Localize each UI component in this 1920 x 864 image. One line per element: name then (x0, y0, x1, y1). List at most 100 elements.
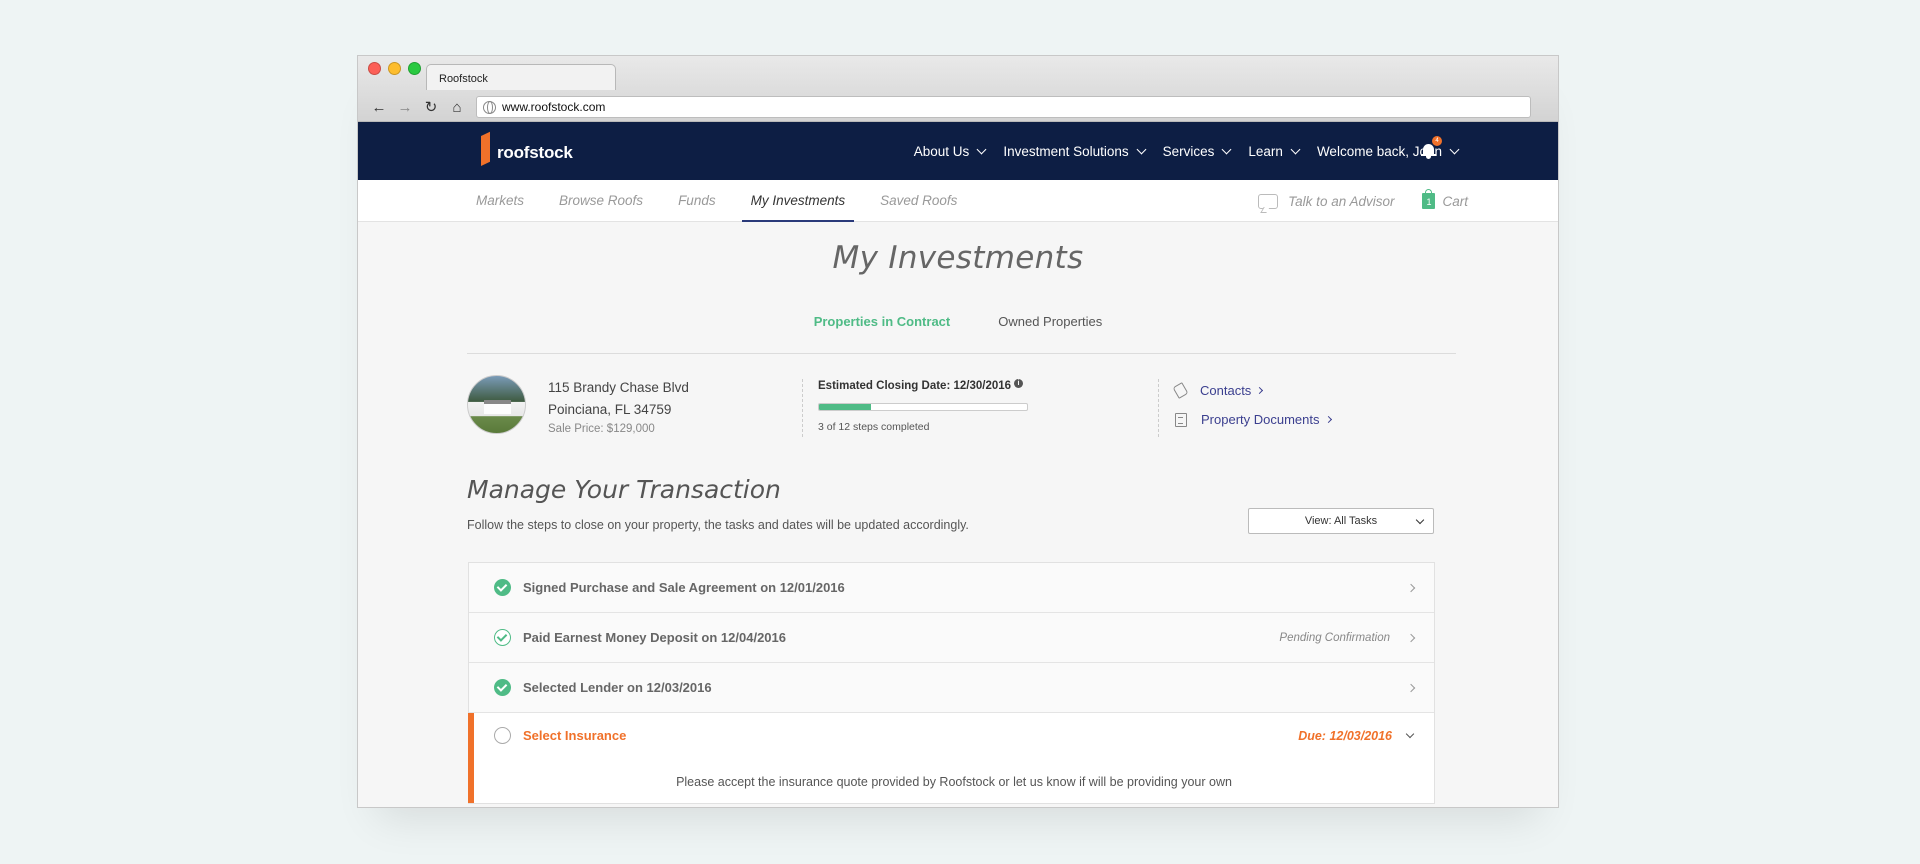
site-header: roofstock About Us Investment Solutions … (358, 122, 1558, 180)
browser-toolbar: ← → ↻ ⌂ www.roofstock.com (358, 92, 1558, 122)
back-arrow-icon[interactable]: ← (366, 99, 392, 116)
address-bar[interactable]: www.roofstock.com (476, 96, 1531, 118)
menu-label: Learn (1248, 143, 1283, 159)
chevron-down-icon (976, 144, 987, 154)
cart-label: Cart (1442, 193, 1468, 209)
chevron-down-icon (1449, 144, 1460, 154)
property-photo (467, 375, 526, 434)
sale-price: Sale Price: $129,000 (548, 423, 655, 435)
chevron-right-icon (1256, 386, 1264, 395)
chevron-down-icon (1136, 144, 1147, 154)
property-summary: 115 Brandy Chase Blvd Poinciana, FL 3475… (467, 375, 1457, 441)
window-controls (368, 62, 421, 75)
chevron-right-icon (1406, 633, 1416, 642)
chevron-down-icon[interactable] (1405, 729, 1415, 739)
task-row-expanded[interactable]: Select Insurance Due: 12/03/2016 Please … (468, 713, 1434, 803)
document-icon (1175, 412, 1187, 427)
subnav-saved-roofs[interactable]: Saved Roofs (871, 180, 966, 222)
chevron-right-icon (1406, 583, 1416, 592)
home-icon[interactable]: ⌂ (444, 99, 470, 116)
talk-to-advisor-link[interactable]: Talk to an Advisor (1258, 193, 1395, 209)
roofstock-logo[interactable]: roofstock (477, 136, 573, 166)
check-circle-icon (494, 679, 511, 696)
task-row[interactable]: Selected Lender on 12/03/2016 (469, 663, 1434, 713)
divider (467, 353, 1456, 354)
browser-window: Roofstock ← → ↻ ⌂ www.roofstock.com roof… (357, 55, 1559, 808)
steps-completed: 3 of 12 steps completed (818, 421, 930, 433)
menu-investment-solutions[interactable]: Investment Solutions (1003, 143, 1147, 159)
property-tabs: Properties in Contract Owned Properties (358, 314, 1558, 329)
shopping-bag-icon: 1 (1422, 189, 1436, 209)
menu-about-us[interactable]: About Us (913, 143, 987, 159)
main-menu: About Us Investment Solutions Services L… (913, 122, 1460, 180)
view-filter-select[interactable]: View: All Tasks (1248, 508, 1434, 534)
tab-owned-properties[interactable]: Owned Properties (998, 314, 1102, 329)
subnav-funds[interactable]: Funds (669, 180, 725, 222)
documents-label: Property Documents (1201, 412, 1320, 427)
sub-navigation: Markets Browse Roofs Funds My Investment… (358, 180, 1558, 222)
task-label: Signed Purchase and Sale Agreement on 12… (523, 580, 845, 595)
menu-label: Investment Solutions (1003, 143, 1129, 159)
browser-tab[interactable]: Roofstock (426, 64, 616, 90)
advisor-label: Talk to an Advisor (1288, 193, 1395, 209)
contacts-label: Contacts (1200, 383, 1252, 398)
maximize-window-button[interactable] (408, 62, 421, 75)
browser-chrome: Roofstock ← → ↻ ⌂ www.roofstock.com (358, 56, 1558, 122)
subnav-browse-roofs[interactable]: Browse Roofs (550, 180, 652, 222)
chevron-down-icon (1290, 144, 1301, 154)
chat-bubble-icon (1258, 193, 1279, 209)
info-icon[interactable]: i (1014, 379, 1024, 388)
main-content: My Investments Properties in Contract Ow… (358, 222, 1558, 807)
contacts-link[interactable]: Contacts (1172, 382, 1331, 399)
property-address: 115 Brandy Chase Blvd Poinciana, FL 3475… (548, 377, 689, 421)
section-title: Manage Your Transaction (467, 475, 781, 504)
divider (1158, 379, 1159, 437)
cart-link[interactable]: 1 Cart (1422, 189, 1468, 209)
menu-label: Services (1162, 143, 1215, 159)
task-label: Select Insurance (523, 728, 627, 743)
chevron-down-icon (1415, 515, 1425, 525)
menu-services[interactable]: Services (1162, 143, 1232, 159)
notification-bell-icon[interactable]: 4 (1421, 136, 1442, 159)
menu-learn[interactable]: Learn (1248, 143, 1301, 159)
divider (802, 379, 803, 437)
section-description: Follow the steps to close on your proper… (467, 518, 969, 532)
chevron-down-icon (1221, 144, 1232, 154)
notification-badge: 4 (1432, 136, 1442, 146)
chevron-right-icon (1324, 415, 1332, 424)
task-list: Signed Purchase and Sale Agreement on 12… (468, 562, 1435, 804)
progress-fill (819, 404, 871, 410)
subnav-my-investments[interactable]: My Investments (741, 180, 855, 222)
task-row[interactable]: Signed Purchase and Sale Agreement on 12… (469, 563, 1434, 613)
reload-icon[interactable]: ↻ (418, 98, 444, 116)
menu-label: About Us (913, 143, 970, 159)
close-window-button[interactable] (368, 62, 381, 75)
logo-mark-icon (477, 136, 493, 166)
property-documents-link[interactable]: Property Documents (1175, 412, 1332, 427)
url-text: www.roofstock.com (502, 100, 606, 114)
task-label: Paid Earnest Money Deposit on 12/04/2016 (523, 630, 786, 645)
chevron-right-icon (1406, 683, 1416, 692)
task-due-date: Due: 12/03/2016 (1298, 729, 1392, 743)
globe-icon (483, 100, 496, 114)
subnav-markets[interactable]: Markets (467, 180, 533, 222)
view-select-value: View: All Tasks (1304, 515, 1378, 527)
property-links: Contacts Property Documents (1172, 382, 1332, 441)
minimize-window-button[interactable] (388, 62, 401, 75)
address-line2: Poinciana, FL 34759 (548, 402, 672, 417)
address-line1: 115 Brandy Chase Blvd (548, 380, 689, 395)
phone-icon (1172, 382, 1189, 399)
task-description: Please accept the insurance quote provid… (676, 775, 1232, 789)
closing-progress-bar (818, 403, 1028, 411)
logo-text: roofstock (497, 143, 573, 162)
forward-arrow-icon[interactable]: → (392, 99, 418, 116)
task-label: Selected Lender on 12/03/2016 (523, 680, 712, 695)
task-status: Pending Confirmation (1279, 631, 1390, 644)
check-circle-outline-icon (494, 629, 511, 646)
empty-circle-icon (494, 727, 511, 744)
closing-date: Estimated Closing Date: 12/30/2016 i (818, 379, 1024, 392)
check-circle-icon (494, 579, 511, 596)
task-row[interactable]: Paid Earnest Money Deposit on 12/04/2016… (469, 613, 1434, 663)
tab-properties-in-contract[interactable]: Properties in Contract (814, 314, 951, 329)
page-title: My Investments (832, 240, 1084, 276)
